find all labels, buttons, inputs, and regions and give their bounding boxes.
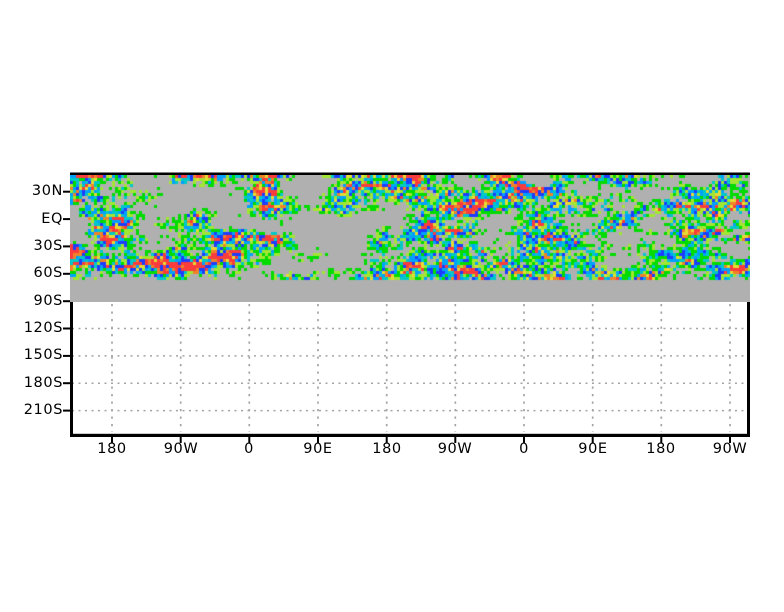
x-tick-label: 0: [244, 441, 254, 457]
y-tick-label: 30S: [33, 238, 63, 254]
x-tick-label: 90E: [578, 441, 608, 457]
x-tick-label: 90W: [712, 441, 748, 457]
y-axis-tick: [63, 218, 70, 221]
y-tick-label: 180S: [23, 375, 63, 391]
y-axis-tick: [63, 245, 70, 248]
y-axis-tick: [63, 409, 70, 412]
x-tick-label: 180: [646, 441, 676, 457]
frame-bottom: [70, 433, 750, 437]
x-tick-label: 180: [372, 441, 402, 457]
y-tick-label: 30N: [31, 183, 63, 199]
y-tick-label: 60S: [33, 265, 63, 281]
x-tick-label: 0: [519, 441, 529, 457]
y-axis-tick: [63, 382, 70, 385]
x-tick-label: 90W: [437, 441, 473, 457]
x-tick-label: 180: [97, 441, 127, 457]
y-tick-label: EQ: [41, 211, 63, 227]
y-tick-label: 90S: [33, 293, 63, 309]
x-tick-label: 90E: [303, 441, 333, 457]
shaded-data-band: [70, 175, 750, 302]
y-tick-label: 210S: [23, 402, 63, 418]
y-axis-tick: [63, 300, 70, 303]
y-axis-tick: [63, 272, 70, 275]
grads-latlon-plot: 30N EQ 30S 60S 90S 120S 150S 180S 210S 1…: [0, 0, 784, 612]
x-tick-label: 90W: [163, 441, 199, 457]
y-tick-label: 120S: [23, 320, 63, 336]
axes-frame-and-grid: [63, 172, 750, 443]
y-axis-tick: [63, 327, 70, 330]
y-axis-tick: [63, 354, 70, 357]
y-tick-label: 150S: [23, 347, 63, 363]
y-axis-tick: [63, 190, 70, 193]
